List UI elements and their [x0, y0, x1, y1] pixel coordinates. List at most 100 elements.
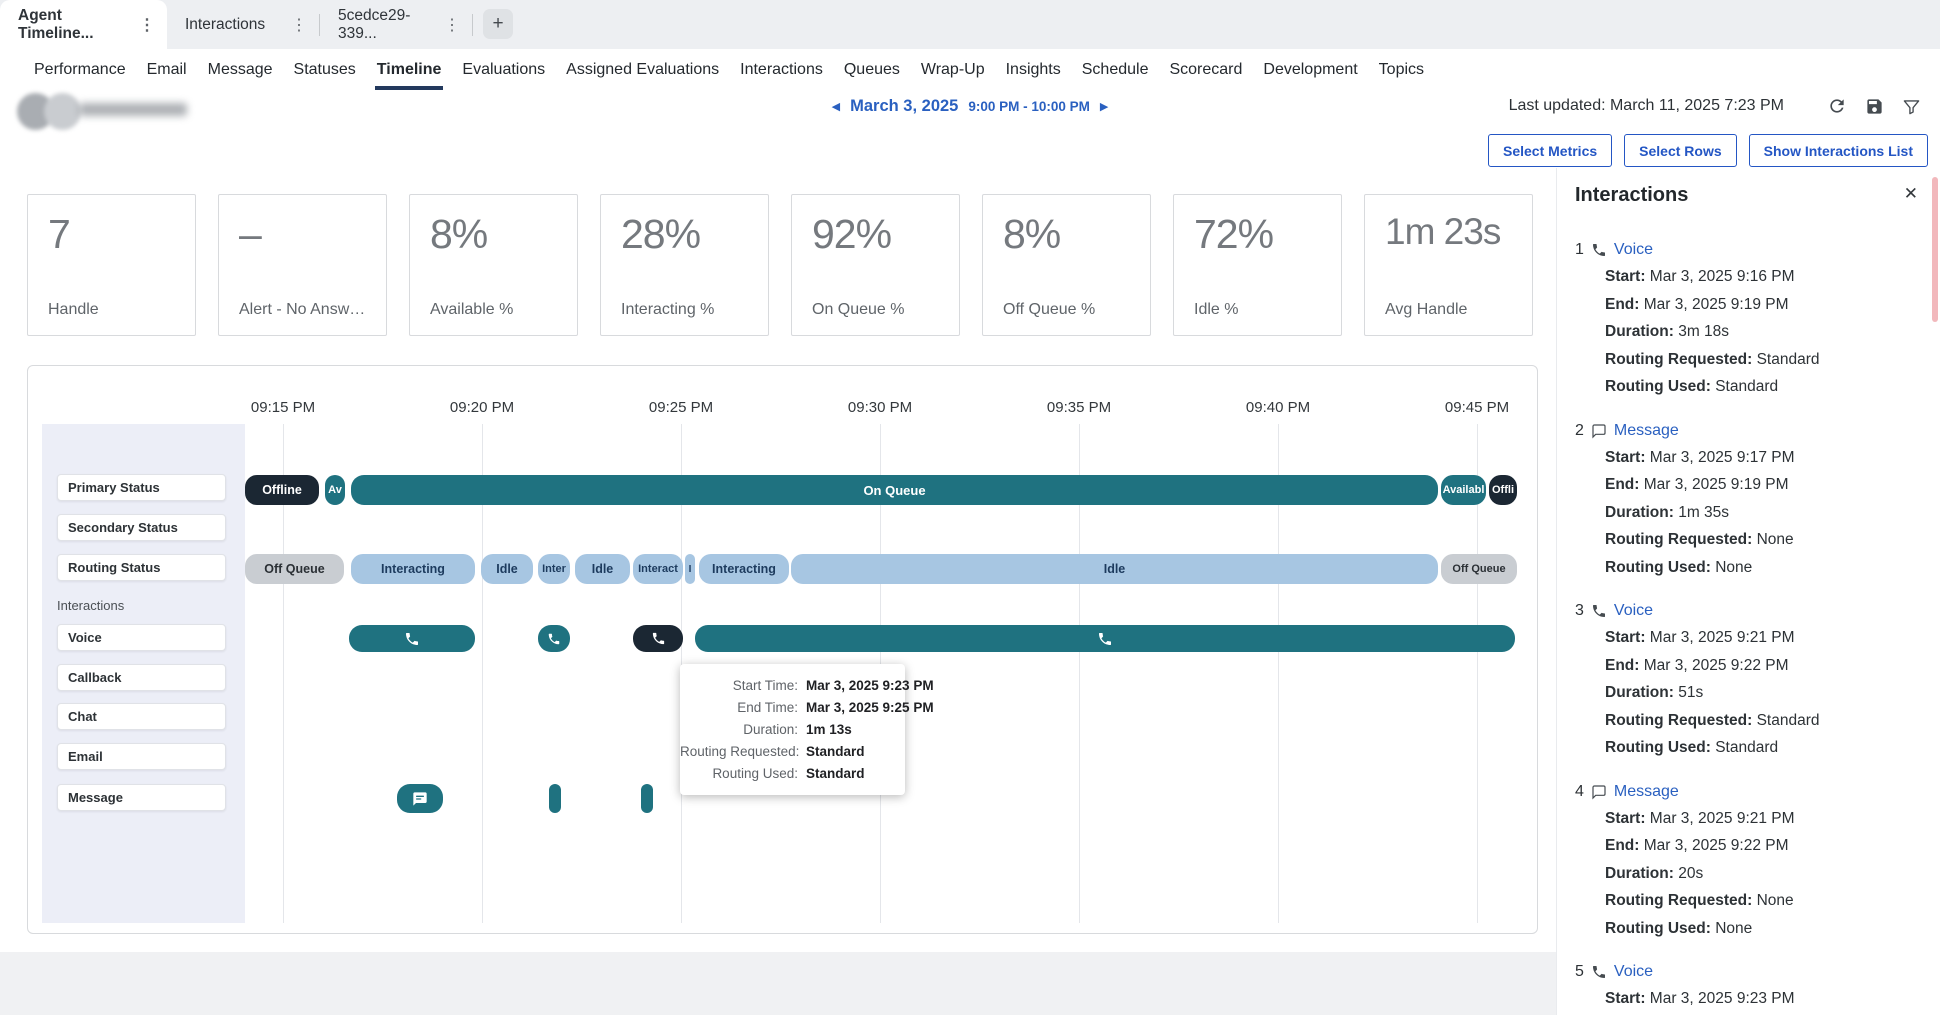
voice-interaction-pill[interactable] — [695, 625, 1515, 652]
field-routing-used: Routing Used: None — [1575, 915, 1922, 943]
window-tab-agent-timeline[interactable]: Agent Timeline... ⋮ — [0, 0, 167, 49]
primary-status-segment[interactable]: On Queue — [351, 475, 1438, 505]
nav-scorecard[interactable]: Scorecard — [1167, 49, 1244, 90]
metric-value: 28% — [621, 211, 762, 258]
tab-menu-icon[interactable]: ⋮ — [129, 15, 155, 35]
close-icon[interactable]: ✕ — [1904, 184, 1918, 204]
row-section-interactions: Interactions — [57, 598, 124, 613]
interaction-type-link[interactable]: Message — [1614, 422, 1679, 440]
action-buttons: Select Metrics Select Rows Show Interact… — [1488, 134, 1928, 167]
interaction-type-link[interactable]: Voice — [1614, 963, 1653, 981]
routing-status-segment[interactable]: Inter — [538, 554, 570, 584]
routing-status-segment[interactable]: Interacting — [699, 554, 789, 584]
metric-value: 7 — [48, 211, 189, 258]
next-date-button[interactable]: ▶ — [1100, 100, 1108, 113]
save-icon[interactable] — [1862, 94, 1886, 118]
row-label-chat: Chat — [57, 703, 226, 730]
interaction-type-link[interactable]: Voice — [1614, 602, 1653, 620]
window-tab-guid[interactable]: 5cedce29-339... ⋮ — [320, 0, 472, 49]
primary-status-segment[interactable]: Availabl — [1441, 475, 1486, 505]
nav-schedule[interactable]: Schedule — [1080, 49, 1151, 90]
interaction-number: 1 — [1575, 241, 1584, 259]
page-header: ◀ March 3, 2025 9:00 PM - 10:00 PM ▶ Las… — [0, 90, 1940, 134]
nav-email[interactable]: Email — [145, 49, 189, 90]
message-icon — [1591, 784, 1607, 800]
nav-performance[interactable]: Performance — [32, 49, 128, 90]
metric-value: – — [239, 211, 380, 258]
routing-status-segment[interactable]: Interact — [633, 554, 683, 584]
metric-label: Off Queue % — [1003, 301, 1144, 319]
voice-interaction-pill-selected[interactable] — [633, 625, 683, 652]
nav-queues[interactable]: Queues — [842, 49, 902, 90]
routing-status-segment[interactable]: Idle — [791, 554, 1438, 584]
field-duration: Duration: 51s — [1575, 679, 1922, 707]
tooltip-value: Standard — [806, 766, 934, 781]
nav-insights[interactable]: Insights — [1004, 49, 1063, 90]
phone-icon — [1591, 242, 1607, 258]
nav-message[interactable]: Message — [206, 49, 275, 90]
field-duration: Duration: 3m 18s — [1575, 318, 1922, 346]
routing-status-segment[interactable]: Idle — [481, 554, 533, 584]
nav-assigned-evaluations[interactable]: Assigned Evaluations — [564, 49, 721, 90]
primary-status-segment[interactable]: Av — [325, 475, 345, 505]
tooltip-label: Routing Used: — [680, 766, 798, 781]
routing-status-segment[interactable]: Off Queue — [1441, 554, 1517, 584]
filter-icon[interactable] — [1899, 94, 1923, 118]
select-rows-button[interactable]: Select Rows — [1624, 134, 1736, 167]
nav-statuses[interactable]: Statuses — [292, 49, 358, 90]
window-tab-interactions[interactable]: Interactions ⋮ — [167, 0, 319, 49]
metric-card-avg-handle: 1m 23s Avg Handle — [1364, 194, 1533, 336]
nav-timeline[interactable]: Timeline — [375, 49, 444, 90]
metric-card-alert-no-answer: – Alert - No Answ… — [218, 194, 387, 336]
interaction-type-link[interactable]: Message — [1614, 783, 1679, 801]
tab-label: Agent Timeline... — [18, 7, 129, 43]
interaction-tooltip: Start Time: Mar 3, 2025 9:23 PM End Time… — [680, 664, 905, 795]
voice-interaction-pill[interactable] — [349, 625, 475, 652]
message-interaction-pill[interactable] — [641, 784, 653, 813]
tab-label: Interactions — [185, 16, 265, 34]
nav-evaluations[interactable]: Evaluations — [460, 49, 547, 90]
metric-card-handle: 7 Handle — [27, 194, 196, 336]
primary-status-segment[interactable]: Offline — [245, 475, 319, 505]
tooltip-value: Mar 3, 2025 9:25 PM — [806, 700, 934, 715]
routing-status-segment[interactable]: Off Queue — [245, 554, 344, 584]
interaction-type-link[interactable]: Voice — [1614, 241, 1653, 259]
prev-date-button[interactable]: ◀ — [832, 100, 840, 113]
field-routing-requested: Routing Requested: None — [1575, 887, 1922, 915]
tooltip-label: Routing Requested: — [680, 744, 798, 759]
routing-status-segment[interactable]: I — [685, 554, 695, 584]
metric-value: 92% — [812, 211, 953, 258]
tab-menu-icon[interactable]: ⋮ — [434, 15, 460, 35]
metric-label: Handle — [48, 301, 189, 319]
message-interaction-pill[interactable] — [549, 784, 561, 813]
primary-status-segment[interactable]: Offli — [1489, 475, 1517, 505]
show-interactions-list-button[interactable]: Show Interactions List — [1749, 134, 1928, 167]
new-tab-button[interactable]: + — [483, 9, 513, 39]
row-label-email: Email — [57, 743, 226, 770]
scrollbar-thumb[interactable] — [1932, 177, 1938, 322]
nav-wrap-up[interactable]: Wrap-Up — [919, 49, 987, 90]
list-item: 3 Voice Start: Mar 3, 2025 9:21 PM End: … — [1575, 598, 1922, 762]
tab-divider — [472, 14, 473, 36]
metric-value: 8% — [430, 211, 571, 258]
refresh-icon[interactable] — [1825, 94, 1849, 118]
main-nav: Performance Email Message Statuses Timel… — [0, 49, 1940, 90]
tab-menu-icon[interactable]: ⋮ — [281, 15, 307, 35]
interaction-number: 2 — [1575, 422, 1584, 440]
phone-icon — [547, 632, 561, 646]
row-label-routing-status: Routing Status — [57, 554, 226, 581]
row-label-message: Message — [57, 784, 226, 811]
routing-status-segment[interactable]: Idle — [575, 554, 630, 584]
routing-status-segment[interactable]: Interacting — [351, 554, 475, 584]
metric-label: On Queue % — [812, 301, 953, 319]
field-routing-used: Routing Used: None — [1575, 554, 1922, 582]
nav-interactions[interactable]: Interactions — [738, 49, 825, 90]
panel-title: Interactions — [1575, 184, 1922, 207]
nav-topics[interactable]: Topics — [1377, 49, 1426, 90]
select-metrics-button[interactable]: Select Metrics — [1488, 134, 1612, 167]
nav-development[interactable]: Development — [1261, 49, 1359, 90]
tooltip-value: Standard — [806, 744, 934, 759]
field-end: End: Mar 3, 2025 9:22 PM — [1575, 652, 1922, 680]
voice-interaction-pill[interactable] — [538, 625, 570, 652]
message-interaction-pill[interactable] — [397, 784, 443, 813]
